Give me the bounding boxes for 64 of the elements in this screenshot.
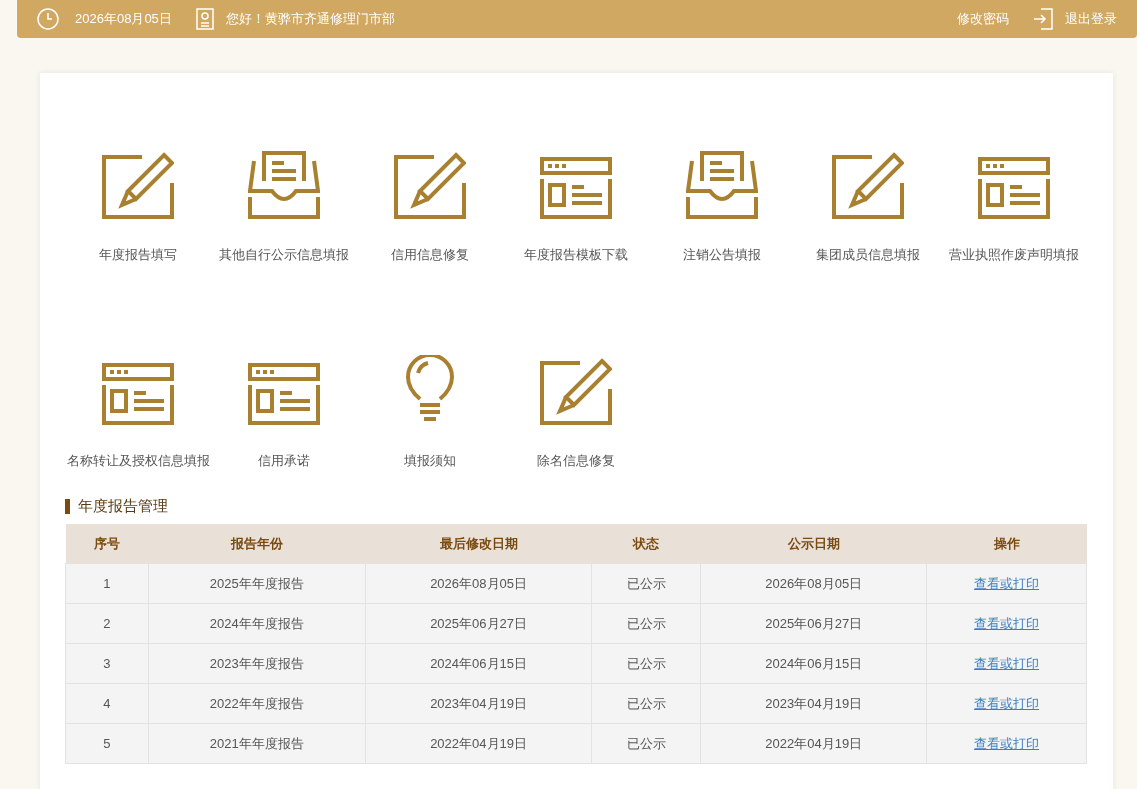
form-window-icon: [102, 363, 174, 425]
table-cell: 2026年08月05日: [765, 575, 863, 591]
view-print-link[interactable]: 查看或打印: [974, 615, 1040, 631]
column-header: 公示日期: [700, 523, 927, 564]
pencil-edit-icon: [540, 357, 612, 425]
table-cell: 2: [103, 615, 111, 631]
table-cell: 已公示: [626, 655, 666, 671]
table-cell: 已公示: [626, 615, 666, 631]
function-tile[interactable]: 年度报告填写: [65, 143, 211, 289]
table-cell: 2023年04月19日: [765, 695, 863, 711]
table-cell: 2022年年度报告: [209, 695, 304, 711]
table-cell: 2025年06月27日: [430, 615, 527, 631]
column-header: 操作: [926, 523, 1087, 564]
function-tile[interactable]: 名称转让及授权信息填报: [65, 349, 211, 495]
function-tile[interactable]: 信用信息修复: [357, 143, 503, 289]
function-tile[interactable]: 注销公告填报: [649, 143, 795, 289]
column-header: 序号: [65, 523, 149, 564]
pencil-edit-icon: [394, 151, 466, 219]
function-tile[interactable]: 除名信息修复: [503, 349, 649, 495]
table-cell: 2022年04月19日: [765, 735, 863, 751]
function-tile[interactable]: 填报须知: [357, 349, 503, 495]
inbox-tray-icon: [686, 151, 758, 219]
table-cell: 已公示: [626, 695, 666, 711]
greeting-text: 您好！黄骅市齐通修理门市部: [225, 10, 395, 29]
column-header: 报告年份: [148, 523, 366, 564]
section-title: 年度报告管理: [78, 496, 168, 516]
view-print-link[interactable]: 查看或打印: [974, 735, 1040, 751]
table-cell: 2021年年度报告: [209, 735, 304, 751]
form-window-icon: [540, 157, 612, 219]
table-cell: 5: [103, 735, 111, 751]
table-cell: 2025年年度报告: [209, 575, 304, 591]
current-date: 2026年08月05日: [75, 10, 172, 29]
table-cell: 4: [103, 695, 111, 711]
view-print-link[interactable]: 查看或打印: [974, 575, 1040, 591]
table-cell: 2024年年度报告: [209, 615, 304, 631]
view-print-link[interactable]: 查看或打印: [974, 695, 1040, 711]
section-marker: [65, 498, 70, 514]
function-tile[interactable]: 其他自行公示信息填报: [211, 143, 357, 289]
column-header: 最后修改日期: [365, 523, 592, 564]
table-cell: 2022年04月19日: [430, 735, 527, 751]
table-cell: 2024年06月15日: [765, 655, 863, 671]
table-cell: 2026年08月05日: [430, 575, 527, 591]
table-cell: 3: [103, 655, 111, 671]
table-cell: 已公示: [626, 575, 666, 591]
form-window-icon: [978, 157, 1050, 219]
table-cell: 2023年04月19日: [430, 695, 527, 711]
view-print-link[interactable]: 查看或打印: [974, 655, 1040, 671]
clock-icon: [37, 8, 59, 30]
table-cell: 1: [103, 575, 111, 591]
function-tile[interactable]: 营业执照作废声明填报: [941, 143, 1087, 289]
user-card-icon: [195, 8, 214, 30]
pencil-edit-icon: [832, 151, 904, 219]
function-tile[interactable]: 信用承诺: [211, 349, 357, 495]
table-cell: 2025年06月27日: [765, 615, 863, 631]
function-tile[interactable]: 集团成员信息填报: [795, 143, 941, 289]
table-cell: 2024年06月15日: [430, 655, 527, 671]
inbox-tray-icon: [248, 151, 320, 219]
table-cell: 2023年年度报告: [209, 655, 304, 671]
form-window-icon: [248, 363, 320, 425]
function-tile[interactable]: 年度报告模板下载: [503, 143, 649, 289]
column-header: 状态: [591, 523, 701, 564]
table-cell: 已公示: [626, 735, 666, 751]
logout-icon: [1033, 8, 1053, 30]
pencil-edit-icon: [102, 151, 174, 219]
